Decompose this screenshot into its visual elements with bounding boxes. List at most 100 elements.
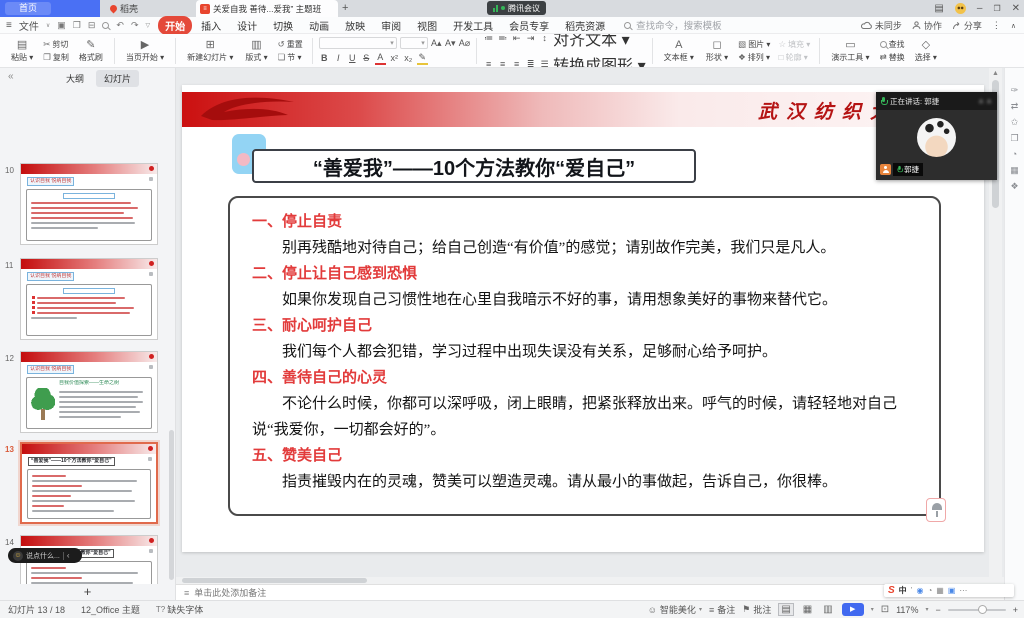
bold-button[interactable]: B [319,52,330,64]
reading-view-button[interactable]: ▥ [821,604,834,615]
print-preview-icon[interactable] [102,22,109,29]
normal-view-button[interactable]: ▤ [778,603,793,616]
comments-button[interactable]: ⚑ 批注 [742,603,771,616]
排列-button[interactable]: ❖排列 ▾ [735,52,773,63]
ime-logo-icon[interactable]: S [888,585,895,596]
tab-document[interactable]: ≡ 关爱自我 善待...爱我” 主题班 [196,0,338,17]
menu-tab-设计[interactable]: 设计 [230,16,264,35]
zoom-out-button[interactable]: − [935,605,940,615]
hamburger-icon[interactable]: ≡ [6,20,12,31]
zoom-slider-knob[interactable] [978,605,987,614]
clear-format-button[interactable]: A⌀ [459,37,470,49]
形状-button[interactable]: ◻形状 ▾ [701,36,733,66]
theme-name[interactable]: 12_Office 主题 [81,603,140,616]
tab-home[interactable]: 首页 [0,0,100,17]
粘贴-button[interactable]: ▤粘贴 ▾ [6,36,38,66]
minimize-button[interactable]: – [977,3,983,14]
italic-button[interactable]: I [333,52,344,64]
export-icon[interactable]: ❐ [73,20,81,31]
meeting-chat-pill[interactable]: ☺ 说点什么... ‹ [8,548,82,563]
tab-outline[interactable]: 大纲 [58,70,92,87]
duplicate-panel-icon[interactable]: ❐ [1010,134,1018,143]
ime-language-toggle[interactable]: 中 [899,585,907,596]
line-spacing-button[interactable]: ↕ [539,34,550,44]
zoom-in-button[interactable]: + [1013,605,1018,615]
tab-slides[interactable]: 幻灯片 [96,70,139,87]
notes-button[interactable]: ≡ 备注 [709,603,735,616]
节-button[interactable]: ❏节 ▾ [275,52,306,63]
新建幻灯片-button[interactable]: ⊞新建幻灯片 ▾ [182,36,238,66]
font-size-select[interactable]: ▾ [400,37,428,49]
meeting-status-badge[interactable]: 腾讯会议 [487,1,546,15]
bullet-list-button[interactable]: ≔ [483,34,494,44]
menu-tab-会员专享[interactable]: 会员专享 [502,16,556,35]
restore-button[interactable]: ❐ [993,4,1000,13]
zoom-slider[interactable] [948,609,1006,611]
menu-tab-动画[interactable]: 动画 [302,16,336,35]
ime-toolbar[interactable]: S 中 ’ ◉ ◔ ▦ ▣ ⋯ [884,584,1014,597]
smart-beautify-button[interactable]: ☺ 智能美化 ▾ [648,603,702,616]
superscript-button[interactable]: x² [389,52,400,64]
file-menu[interactable]: 文件 [19,18,39,33]
justify-button[interactable]: ≣ [525,58,536,69]
underline-button[interactable]: U [347,52,358,64]
menu-tab-放映[interactable]: 放映 [338,16,372,35]
menu-tab-切换[interactable]: 切换 [266,16,300,35]
reading-layout-icon[interactable]: ▤ [934,3,943,14]
close-button[interactable]: ✕ [1012,3,1020,14]
lamp-icon[interactable] [926,498,946,522]
替换-button[interactable]: ⇄替换 [877,52,908,63]
animation-icon[interactable]: ✩ [1011,118,1019,127]
轮廓-button[interactable]: □轮廓 ▾ [775,52,813,63]
menu-tab-开发工具[interactable]: 开发工具 [446,16,500,35]
decorate-icon[interactable]: ❖ [1010,182,1018,191]
scroll-up-icon[interactable]: ▲ [992,70,999,77]
menu-tab-插入[interactable]: 插入 [194,16,228,35]
notes-bar[interactable]: ≡ 单击此处添加备注 [176,584,1004,600]
history-icon[interactable]: ◔ [1012,150,1017,159]
emoji-icon[interactable]: ☺ [13,551,23,561]
查找-button[interactable]: 查找 [877,39,908,50]
more-quick-icons-caret[interactable]: ▽ [145,22,150,29]
increase-indent-button[interactable]: ⇥ [525,34,536,44]
transition-icon[interactable]: ⇄ [1011,102,1019,111]
slide-thumbnail-10[interactable]: 10 认识自我 悦纳自我 [0,163,176,245]
play-options-caret-icon[interactable]: ▾ [871,606,874,613]
填充-button[interactable]: ☆填充 ▾ [775,39,813,50]
slide-thumbnail-13[interactable]: 13 “善爱我”——10个方法教你“爱自己” [0,442,176,524]
当页开始-button[interactable]: ▶当页开始 ▾ [121,36,169,66]
slideshow-play-button[interactable]: ▶ [842,603,864,616]
collaborate-button[interactable]: 协作 [912,19,942,32]
tab-docer[interactable]: 稻壳 [110,0,138,17]
grow-font-button[interactable]: A▴ [431,37,442,49]
shrink-font-button[interactable]: A▾ [445,37,456,49]
ime-punctuation-icon[interactable]: ’ [911,586,913,595]
align-center-button[interactable]: ≡ [497,58,508,69]
ime-skin-icon[interactable]: ▣ [948,586,956,595]
add-slide-button[interactable]: + [0,584,175,600]
演示工具-button[interactable]: ▭演示工具 ▾ [826,36,874,66]
save-icon[interactable]: ▣ [57,20,66,31]
convert-to-graphic-button[interactable]: 转换成图形 ▾ [553,52,645,69]
design-tools-icon[interactable]: ✑ [1011,86,1019,95]
slide-canvas[interactable]: 武汉纺织大学 “善爱我”——10个方法教你“爱自己” 一、停止自责别再残酷地对待… [182,85,984,552]
strikethrough-button[interactable]: S [361,52,372,64]
slide-sorter-view-button[interactable]: ▦ [801,604,814,615]
ime-emoji-icon[interactable]: ◉ [916,586,923,595]
ime-more-icon[interactable]: ⋯ [959,586,967,595]
align-right-button[interactable]: ≡ [511,58,522,69]
more-options-icon[interactable]: ⋮ [992,20,1001,31]
horizontal-scroll-thumb[interactable] [182,578,367,583]
subscript-button[interactable]: x₂ [403,52,414,64]
tab-home-label[interactable]: 首页 [5,2,51,15]
align-text-button[interactable]: 对齐文本 ▾ [553,34,629,50]
distribute-button[interactable]: ☰ [539,58,550,69]
ime-keyboard-icon[interactable]: ▦ [936,586,944,595]
文本框-button[interactable]: A文本框 ▾ [659,36,699,66]
collapse-chat-icon[interactable]: ‹ [67,551,70,560]
horizontal-scrollbar[interactable] [176,577,1004,584]
menu-tab-开始[interactable]: 开始 [158,16,192,35]
ime-voice-icon[interactable]: ◔ [927,586,932,595]
insert-image-panel-icon[interactable]: ▦ [1010,166,1019,175]
图片-button[interactable]: ▧图片 ▾ [735,39,773,50]
